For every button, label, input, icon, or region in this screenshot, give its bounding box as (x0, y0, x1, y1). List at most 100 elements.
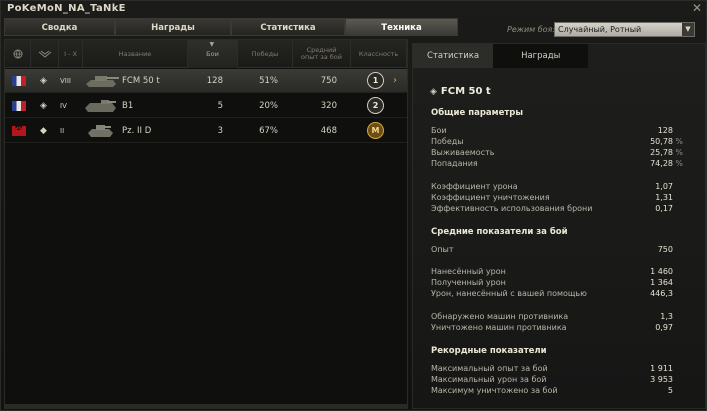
vehicle-name: FCM 50 t (122, 76, 160, 86)
vehicle-wins: 20% (259, 101, 278, 111)
chevron-right-icon: › (393, 75, 397, 86)
table-row[interactable]: ◆ II Pz. II D 3 67% 468 M (5, 119, 407, 143)
medium-tank-icon: ◈ (40, 101, 47, 111)
stat-value: 5 (667, 386, 673, 395)
header-battles[interactable]: ▼ Бои (188, 40, 238, 68)
stat-value: 750 (657, 245, 673, 254)
vehicle-battles: 5 (217, 101, 223, 111)
stat-value: 1,3 (660, 312, 673, 321)
stat-value: 74,28 (650, 159, 673, 168)
vehicle-wins: 51% (259, 76, 278, 86)
stat-value: 0,97 (655, 323, 673, 332)
france-flag-icon (12, 101, 26, 111)
stat-label: Бои (431, 126, 447, 135)
stat-row: Урон, нанесённый с вашей помощью 446,3 (431, 289, 691, 299)
header-tier[interactable]: I - X (59, 40, 83, 68)
mastery-badge-icon: 2 (367, 97, 384, 114)
vehicle-tier: VIII (60, 77, 71, 85)
stat-row: Максимум уничтожено за бой 5 (431, 386, 691, 396)
vehicle-name: B1 (122, 101, 134, 111)
tab-details-awards[interactable]: Награды (493, 44, 589, 68)
vehicle-title-text: FCM 50 t (440, 86, 491, 97)
stat-row: Уничтожено машин противника 0,97 (431, 323, 691, 333)
header-battles-label: Бои (206, 49, 219, 58)
percent-sign: % (675, 137, 683, 146)
stat-row: Опыт 750 (431, 245, 691, 255)
stat-label: Коэффициент уничтожения (431, 193, 550, 202)
header-mastery[interactable]: Классность (351, 40, 407, 68)
stat-value: 128 (657, 126, 673, 135)
stat-value: 25,78 (650, 148, 673, 157)
stat-row: Полученный урон 1 364 (431, 278, 691, 288)
heavy-tank-icon: ◈ (40, 76, 47, 86)
vehicle-tier: II (60, 127, 65, 135)
stat-value: 0,17 (655, 204, 673, 213)
vehicle-avg-exp: 320 (320, 101, 337, 111)
stat-label: Эффективность использования брони (431, 204, 593, 213)
stat-label: Максимум уничтожено за бой (431, 386, 558, 395)
stat-value: 446,3 (650, 289, 673, 298)
stat-label: Опыт (431, 245, 454, 254)
vehicle-name: Pz. II D (122, 126, 152, 136)
tab-statistics[interactable]: Статистика (231, 18, 345, 36)
stat-value: 1 364 (650, 278, 673, 287)
vehicle-tier: IV (60, 102, 67, 110)
stat-value: 3 953 (650, 375, 673, 384)
table-header: I - X Название ▼ Бои Победы Средний опыт… (5, 40, 407, 68)
profile-tabs: Сводка Награды Статистика Техника (4, 18, 458, 36)
light-tank-icon: ◆ (40, 126, 47, 136)
header-name[interactable]: Название (83, 40, 188, 68)
globe-icon (13, 49, 22, 59)
stat-row: Выживаемость 25,78% (431, 148, 691, 158)
details-tabs: Статистика Награды (413, 44, 589, 68)
stat-row: Нанесённый урон 1 460 (431, 267, 691, 277)
battle-mode-value: Случайный, Ротный (558, 25, 642, 34)
tab-vehicles[interactable]: Техника (345, 18, 458, 36)
vehicle-battles: 128 (206, 76, 223, 86)
battle-mode-select[interactable]: Случайный, Ротный ▼ (554, 22, 695, 37)
stat-label: Максимальный опыт за бой (431, 364, 548, 373)
tank-icon (86, 76, 119, 87)
stat-value: 50,78 (650, 137, 673, 146)
stat-value: 1,31 (655, 193, 673, 202)
stat-label: Обнаружено машин противника (431, 312, 569, 321)
stat-row: Победы 50,78% (431, 137, 691, 147)
mastery-badge-icon: M (367, 122, 384, 139)
stat-label: Уничтожено машин противника (431, 323, 567, 332)
stat-row: Максимальный урон за бой 3 953 (431, 375, 691, 385)
close-icon[interactable]: ✕ (692, 1, 702, 15)
stat-label: Выживаемость (431, 148, 495, 157)
battle-mode-label: Режим боя: (507, 25, 556, 34)
section-general-title: Общие параметры (431, 108, 524, 118)
stat-label: Коэффициент урона (431, 182, 518, 191)
table-row[interactable]: ◈ VIII FCM 50 t 128 51% 750 1 › (5, 69, 407, 93)
stat-value: 1 460 (650, 267, 673, 276)
tank-icon (85, 100, 116, 112)
tab-summary[interactable]: Сводка (4, 18, 115, 36)
stat-row: Обнаружено машин противника 1,3 (431, 312, 691, 322)
vehicle-avg-exp: 468 (320, 126, 337, 136)
table-row[interactable]: ◈ IV B1 5 20% 320 2 (5, 94, 407, 118)
section-records-title: Рекордные показатели (431, 346, 547, 356)
mastery-badge-icon: 1 (367, 72, 384, 89)
header-wins[interactable]: Победы (238, 40, 293, 68)
scrollbar-track[interactable] (5, 404, 407, 408)
header-nation[interactable] (5, 40, 31, 68)
header-avg-exp[interactable]: Средний опыт за бой (293, 40, 351, 68)
vehicle-wins: 67% (259, 126, 278, 136)
title-bar: PoKeMoN_NA_TaNkE ✕ (1, 1, 707, 17)
player-profile-window: PoKeMoN_NA_TaNkE ✕ Сводка Награды Статис… (0, 0, 707, 411)
stat-row: Коэффициент уничтожения 1,31 (431, 193, 691, 203)
tank-icon (88, 125, 113, 137)
percent-sign: % (675, 148, 683, 157)
stat-value: 1,07 (655, 182, 673, 191)
stat-value: 1 911 (650, 364, 673, 373)
header-type[interactable] (31, 40, 59, 68)
stat-row: Коэффициент урона 1,07 (431, 182, 691, 192)
heavy-tank-icon: ◈ (430, 87, 437, 97)
tab-awards[interactable]: Награды (115, 18, 231, 36)
stat-label: Полученный урон (431, 278, 506, 287)
tab-details-statistics[interactable]: Статистика (413, 44, 494, 68)
vehicle-details-panel: Статистика Награды ◈ FCM 50 t Общие парам… (412, 43, 706, 409)
chevron-down-icon: ▼ (682, 23, 694, 36)
